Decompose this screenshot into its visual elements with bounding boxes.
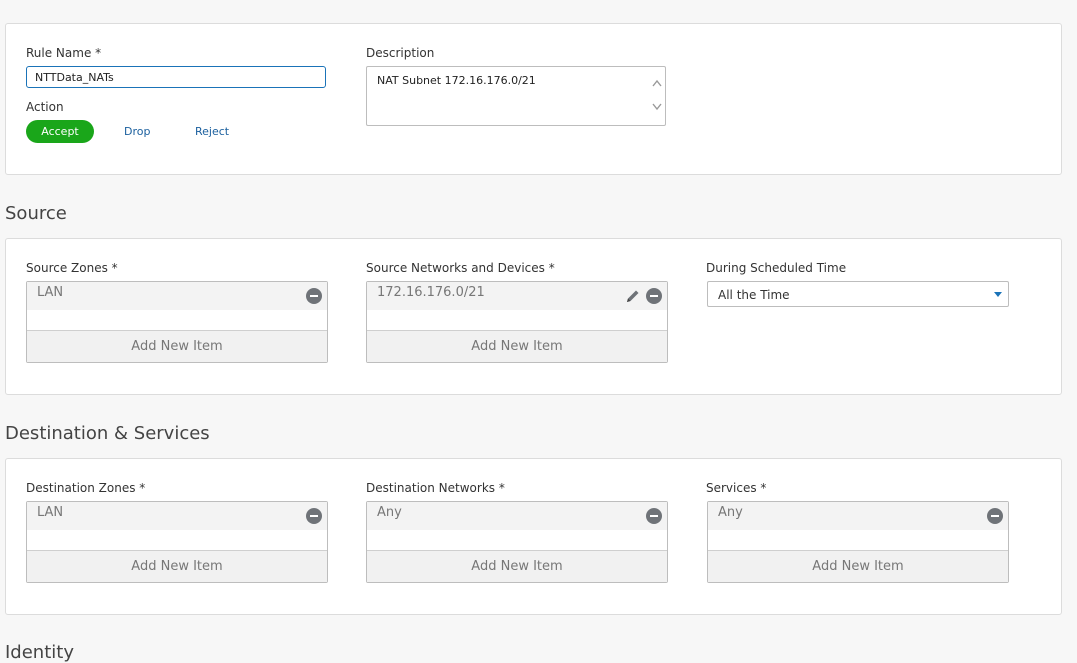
source-networks-list: 172.16.176.0/21 Add New Item <box>366 281 668 363</box>
schedule-select[interactable]: All the Time <box>707 281 1009 307</box>
destination-zone-item: LAN <box>37 505 64 520</box>
rule-name-input[interactable] <box>26 66 326 88</box>
description-text: NAT Subnet 172.16.176.0/21 <box>377 74 536 87</box>
rule-name-label: Rule Name * <box>26 46 102 60</box>
destination-panel: Destination Zones * LAN Add New Item Des… <box>5 458 1062 615</box>
list-item: Any <box>367 502 667 530</box>
source-zones-label: Source Zones * <box>26 261 118 275</box>
list-item: Any <box>708 502 1008 530</box>
destination-networks-list: Any Add New Item <box>366 501 668 583</box>
remove-icon[interactable] <box>646 288 662 304</box>
pencil-icon[interactable] <box>625 288 641 304</box>
services-label: Services * <box>706 481 767 495</box>
add-new-item-button[interactable]: Add New Item <box>27 330 327 362</box>
source-network-item: 172.16.176.0/21 <box>377 285 485 300</box>
source-zones-list: LAN Add New Item <box>26 281 328 363</box>
list-item: LAN <box>27 282 327 310</box>
description-scrollbar[interactable] <box>649 67 665 125</box>
add-new-item-button[interactable]: Add New Item <box>27 550 327 582</box>
remove-icon[interactable] <box>987 508 1003 524</box>
reject-button[interactable]: Reject <box>195 125 229 138</box>
destination-section-title: Destination & Services <box>5 423 210 444</box>
description-textarea[interactable]: NAT Subnet 172.16.176.0/21 <box>366 66 666 126</box>
destination-networks-label: Destination Networks * <box>366 481 505 495</box>
add-new-item-button[interactable]: Add New Item <box>708 550 1008 582</box>
source-zone-item: LAN <box>37 285 64 300</box>
services-list: Any Add New Item <box>707 501 1009 583</box>
rule-general-panel: Rule Name * Action Accept Drop Reject De… <box>5 23 1062 175</box>
drop-button[interactable]: Drop <box>124 125 150 138</box>
accept-button[interactable]: Accept <box>26 120 94 143</box>
remove-icon[interactable] <box>306 288 322 304</box>
source-section-title: Source <box>5 203 67 224</box>
caret-down-icon[interactable] <box>994 292 1002 297</box>
add-new-item-button[interactable]: Add New Item <box>367 330 667 362</box>
destination-zones-label: Destination Zones * <box>26 481 146 495</box>
service-item: Any <box>718 505 743 520</box>
destination-network-item: Any <box>377 505 402 520</box>
source-panel: Source Zones * LAN Add New Item Source N… <box>5 238 1062 395</box>
remove-icon[interactable] <box>646 508 662 524</box>
scroll-up-icon[interactable] <box>652 79 662 87</box>
schedule-selected-value: All the Time <box>718 288 790 302</box>
source-networks-label: Source Networks and Devices * <box>366 261 555 275</box>
list-item: 172.16.176.0/21 <box>367 282 667 310</box>
list-item: LAN <box>27 502 327 530</box>
destination-zones-list: LAN Add New Item <box>26 501 328 583</box>
schedule-label: During Scheduled Time <box>706 261 847 275</box>
action-label: Action <box>26 100 64 114</box>
description-label: Description <box>366 46 435 60</box>
add-new-item-button[interactable]: Add New Item <box>367 550 667 582</box>
scroll-down-icon[interactable] <box>652 103 662 111</box>
remove-icon[interactable] <box>306 508 322 524</box>
